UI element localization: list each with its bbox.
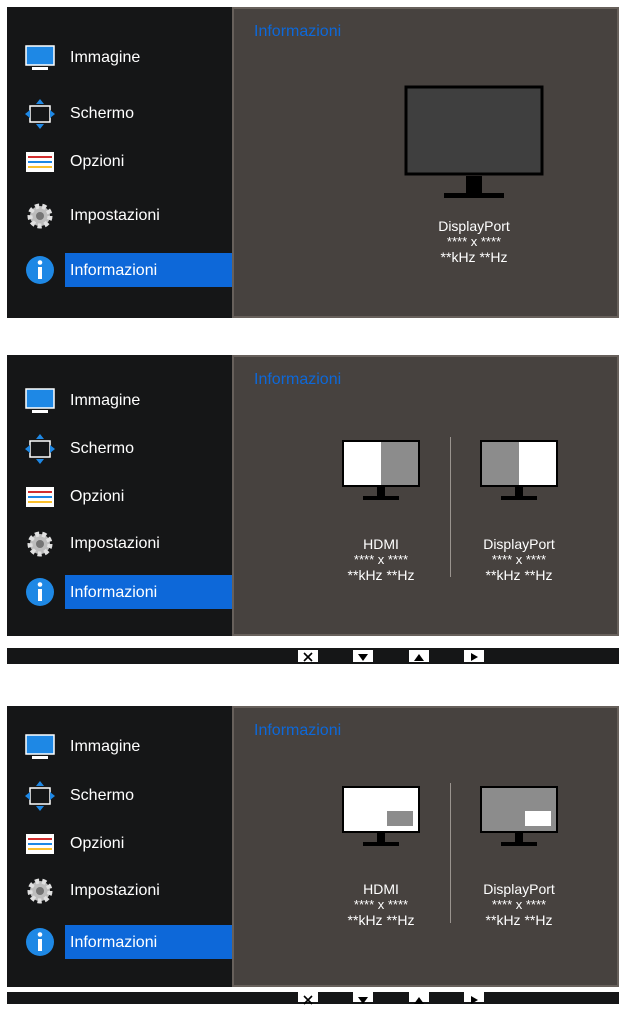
- monitor-icon: [25, 388, 55, 413]
- up-button[interactable]: [409, 650, 429, 662]
- monitor-pbp-left-icon: [342, 440, 420, 500]
- source-frequency: **kHz **Hz: [485, 912, 553, 928]
- page-title: Informazioni: [254, 371, 342, 388]
- gear-icon: [27, 203, 53, 229]
- source-info-hdmi: HDMI **** x **** **kHz **Hz: [321, 881, 441, 928]
- sidebar-menu: Immagine Schermo Opzioni Impostazioni In…: [7, 7, 232, 318]
- menu-item-label: Schermo: [70, 105, 135, 122]
- source-name: DisplayPort: [483, 881, 555, 897]
- down-arrow-icon: [358, 654, 368, 661]
- menu-item-label: Impostazioni: [70, 535, 160, 552]
- source-resolution: **** x ****: [491, 897, 547, 912]
- source-info-displayport: DisplayPort **** x **** **kHz **Hz: [394, 218, 554, 265]
- close-button[interactable]: [298, 992, 318, 1005]
- menu-item-schermo[interactable]: Schermo: [7, 97, 232, 131]
- menu-item-immagine[interactable]: Immagine: [7, 384, 232, 418]
- page-title: Informazioni: [254, 23, 342, 40]
- monitor-pip-main-icon: [342, 786, 420, 846]
- up-button[interactable]: [409, 992, 429, 1004]
- sliders-icon: [26, 152, 54, 172]
- menu-item-opzioni[interactable]: Opzioni: [7, 145, 232, 179]
- menu-item-opzioni[interactable]: Opzioni: [7, 480, 232, 514]
- menu-item-opzioni[interactable]: Opzioni: [7, 827, 232, 861]
- sliders-icon: [26, 487, 54, 507]
- menu-item-label: Informazioni: [70, 262, 158, 279]
- menu-item-label: Informazioni: [70, 584, 158, 601]
- source-frequency: **kHz **Hz: [440, 249, 508, 265]
- menu-item-label: Immagine: [70, 49, 141, 66]
- source-name: DisplayPort: [483, 536, 555, 552]
- source-resolution: **** x ****: [353, 552, 409, 567]
- source-frequency: **kHz **Hz: [347, 912, 415, 928]
- source-name: HDMI: [363, 536, 399, 552]
- close-icon: [303, 652, 313, 662]
- sidebar-menu: Immagine Schermo Opzioni Impostazioni In…: [7, 706, 232, 987]
- down-button[interactable]: [353, 992, 373, 1004]
- sidebar-menu: Immagine Schermo Opzioni Impostazioni In…: [7, 355, 232, 636]
- source-info-displayport: DisplayPort **** x **** **kHz **Hz: [459, 536, 579, 583]
- source-frequency: **kHz **Hz: [347, 567, 415, 583]
- sliders-icon: [26, 834, 54, 854]
- menu-item-label: Informazioni: [70, 934, 158, 951]
- close-button[interactable]: [298, 650, 318, 662]
- source-frequency: **kHz **Hz: [485, 567, 553, 583]
- menu-item-label: Opzioni: [70, 488, 125, 505]
- menu-item-label: Immagine: [70, 392, 141, 409]
- button-guide-bar: [7, 648, 619, 664]
- menu-item-impostazioni[interactable]: Impostazioni: [7, 874, 232, 908]
- source-info-hdmi: HDMI **** x **** **kHz **Hz: [321, 536, 441, 583]
- menu-item-label: Immagine: [70, 738, 141, 755]
- menu-item-label: Opzioni: [70, 835, 125, 852]
- menu-item-schermo[interactable]: Schermo: [7, 779, 232, 813]
- monitor-icon: [25, 45, 55, 70]
- page-title: Informazioni: [254, 722, 342, 739]
- info-content: Informazioni HDMI **** x **** **kHz **Hz…: [232, 706, 619, 987]
- source-resolution: **** x ****: [491, 552, 547, 567]
- menu-item-informazioni[interactable]: Informazioni: [7, 575, 232, 609]
- source-name: DisplayPort: [438, 218, 510, 234]
- monitor-pbp-right-icon: [480, 440, 558, 500]
- right-arrow-icon: [471, 653, 478, 661]
- source-name: HDMI: [363, 881, 399, 897]
- gear-icon: [27, 878, 53, 904]
- menu-item-label: Opzioni: [70, 153, 125, 170]
- menu-item-label: Schermo: [70, 440, 135, 457]
- menu-item-label: Schermo: [70, 787, 135, 804]
- down-button[interactable]: [353, 650, 373, 662]
- menu-item-immagine[interactable]: Immagine: [7, 41, 232, 75]
- monitor-icon: [404, 85, 544, 198]
- gear-icon: [27, 531, 53, 557]
- menu-item-label: Impostazioni: [70, 207, 160, 224]
- menu-item-impostazioni[interactable]: Impostazioni: [7, 199, 232, 233]
- osd-panel-3: Immagine Schermo Opzioni Impostazioni In…: [7, 706, 619, 987]
- divider: [450, 783, 451, 923]
- menu-item-informazioni[interactable]: Informazioni: [7, 253, 232, 287]
- monitor-pip-sub-icon: [480, 786, 558, 846]
- move-arrows-icon: [25, 781, 55, 811]
- menu-item-schermo[interactable]: Schermo: [7, 432, 232, 466]
- menu-item-label: Impostazioni: [70, 882, 160, 899]
- info-icon: [26, 928, 54, 956]
- osd-panel-2: Immagine Schermo Opzioni Impostazioni In…: [7, 355, 619, 636]
- info-content: Informazioni DisplayPort **** x **** **k…: [232, 7, 619, 318]
- source-resolution: **** x ****: [353, 897, 409, 912]
- button-guide-bar: [7, 992, 619, 1005]
- divider: [450, 437, 451, 577]
- monitor-icon: [25, 734, 55, 759]
- right-button[interactable]: [464, 650, 484, 662]
- menu-item-informazioni[interactable]: Informazioni: [7, 925, 232, 959]
- source-info-displayport: DisplayPort **** x **** **kHz **Hz: [459, 881, 579, 928]
- up-arrow-icon: [414, 654, 424, 661]
- source-resolution: **** x ****: [446, 234, 502, 249]
- right-button[interactable]: [464, 992, 484, 1004]
- menu-item-immagine[interactable]: Immagine: [7, 730, 232, 764]
- info-icon: [26, 256, 54, 284]
- move-arrows-icon: [25, 434, 55, 464]
- move-arrows-icon: [25, 99, 55, 129]
- menu-item-impostazioni[interactable]: Impostazioni: [7, 527, 232, 561]
- info-content: Informazioni HDMI **** x **** **kHz **Hz…: [232, 355, 619, 636]
- info-icon: [26, 578, 54, 606]
- osd-panel-1: Immagine Schermo Opzioni Impostazioni In…: [7, 7, 619, 318]
